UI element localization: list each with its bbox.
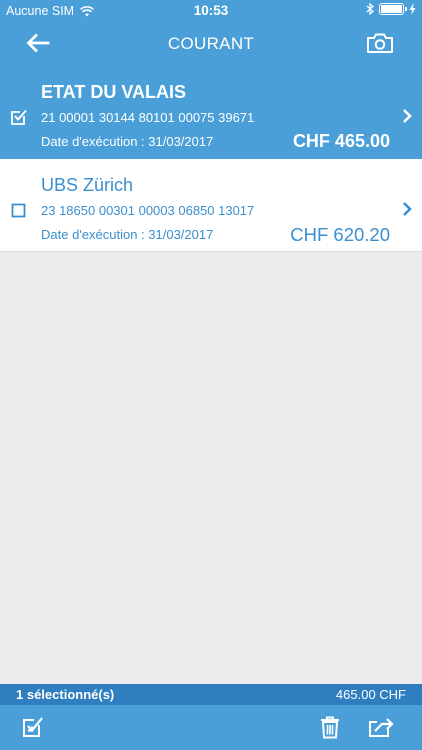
nav-bar: COURANT [0, 22, 422, 66]
transfer-button[interactable] [368, 716, 394, 743]
bottom-toolbar [0, 705, 422, 750]
select-all-button[interactable] [22, 716, 44, 743]
selection-summary-bar: 1 sélectionné(s) 465.00 CHF [0, 684, 422, 705]
checkbox-empty-icon[interactable] [11, 202, 27, 218]
send-transfer-icon [369, 718, 394, 737]
chevron-right-icon [403, 202, 412, 216]
account-number: 23 18650 00301 00003 06850 13017 [41, 203, 255, 218]
selected-count: 1 sélectionné(s) [16, 687, 115, 702]
chevron-right-icon [403, 109, 412, 123]
payment-row-selected[interactable]: ETAT DU VALAIS 21 00001 30144 80101 0007… [0, 66, 422, 159]
execution-date: Date d'exécution : 31/03/2017 [41, 134, 214, 149]
checkbox-checked-icon[interactable] [11, 109, 27, 125]
payment-amount: CHF 465.00 [292, 131, 390, 151]
delete-button[interactable] [320, 716, 340, 744]
selected-total: 465.00 CHF [335, 687, 406, 702]
status-bar: Aucune SIM 10:53 [0, 0, 422, 22]
execution-date: Date d'exécution : 31/03/2017 [41, 227, 214, 242]
bluetooth-icon [366, 3, 374, 15]
payee-name: ETAT DU VALAIS [41, 82, 186, 102]
camera-icon [367, 33, 393, 53]
checkbox-select-icon [23, 717, 43, 737]
payment-list: ETAT DU VALAIS 21 00001 30144 80101 0007… [0, 66, 422, 252]
account-number: 21 00001 30144 80101 00075 39671 [41, 110, 255, 125]
camera-button[interactable] [366, 32, 394, 54]
status-right [366, 3, 416, 15]
status-time: 10:53 [193, 3, 229, 18]
top-bar: Aucune SIM 10:53 COURANT [0, 0, 422, 66]
trash-icon [321, 716, 339, 739]
charging-icon [409, 3, 416, 15]
payment-row[interactable]: UBS Zürich 23 18650 00301 00003 06850 13… [0, 159, 422, 252]
payment-amount: CHF 620.20 [290, 224, 390, 245]
battery-icon [379, 3, 407, 15]
page-title: COURANT [167, 34, 255, 53]
payee-name: UBS Zürich [41, 175, 134, 195]
